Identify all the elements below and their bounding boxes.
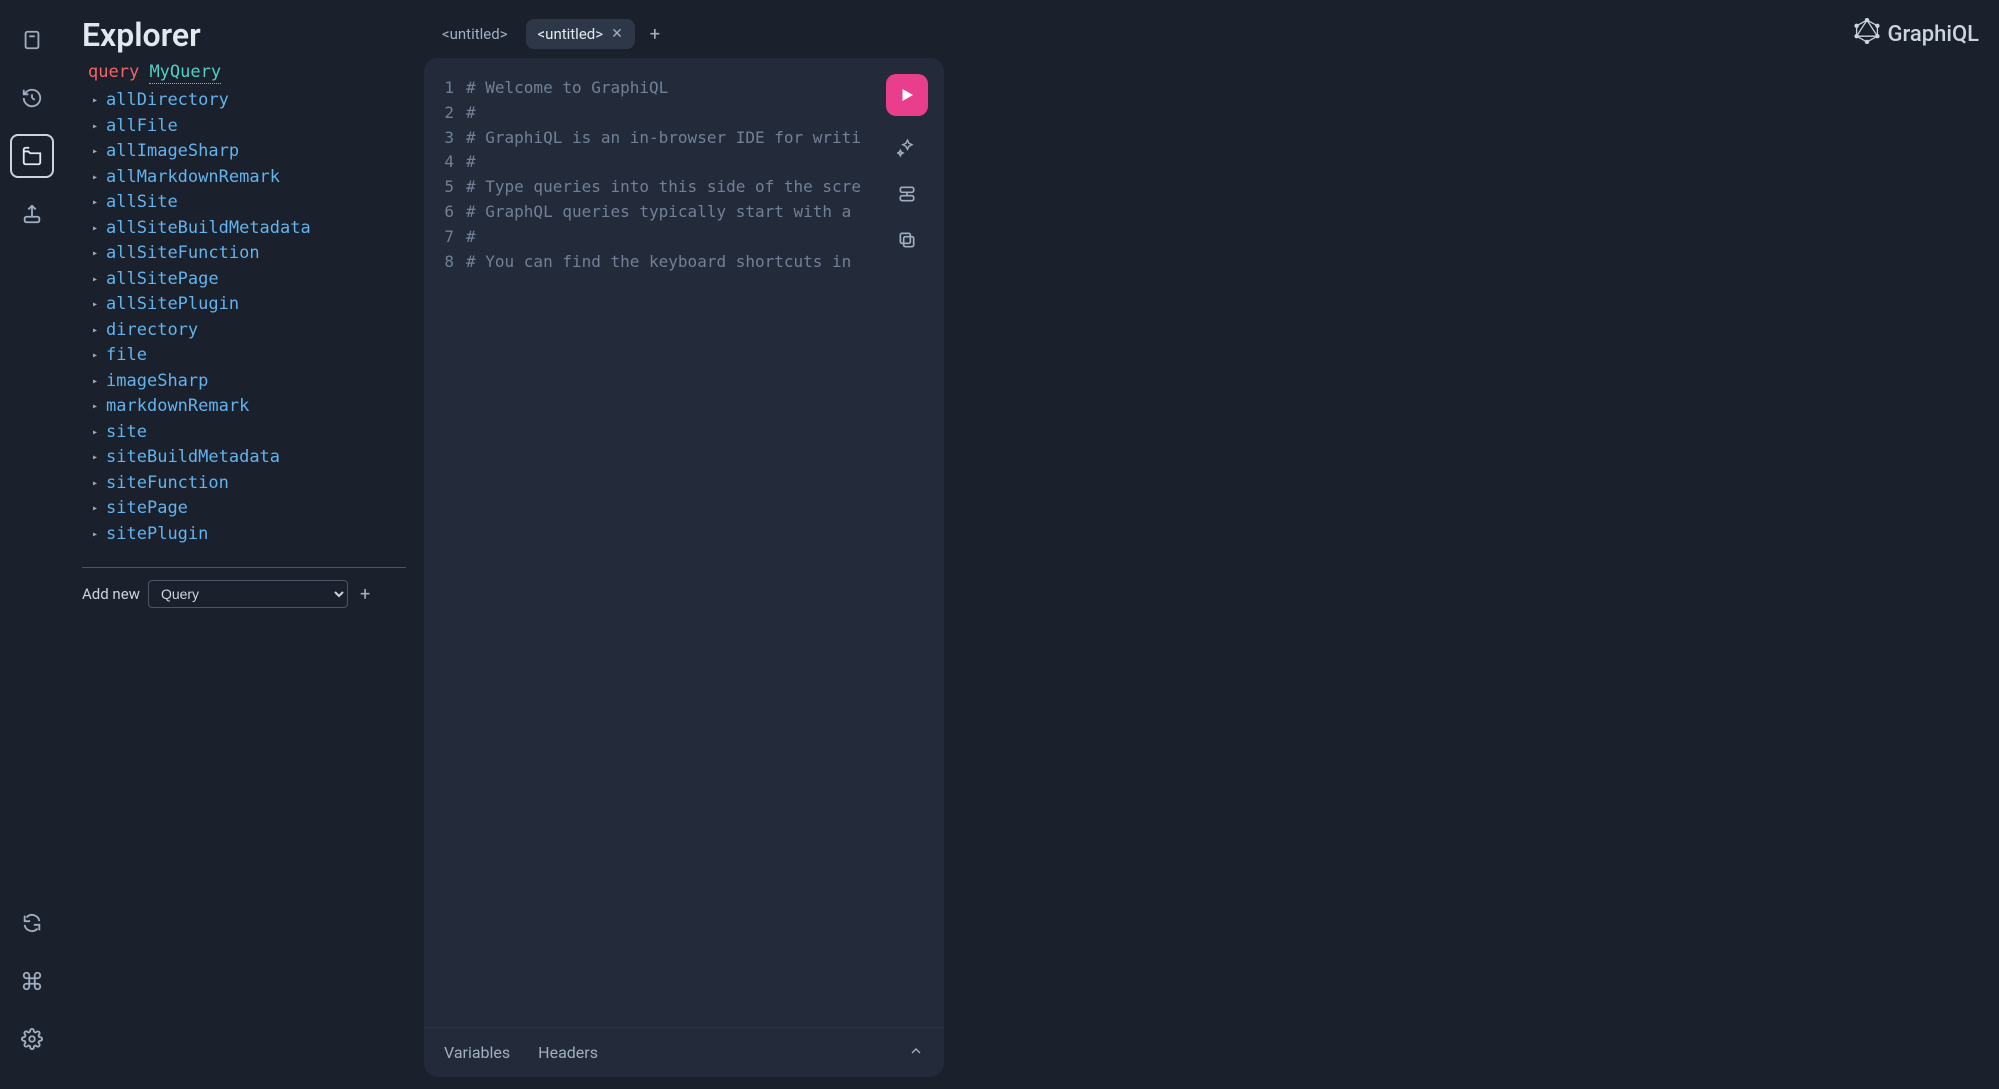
field-item[interactable]: siteBuildMetadata [92,445,406,471]
editor-body[interactable]: 12345678 # Welcome to GraphiQL## GraphiQ… [424,58,944,1027]
explorer-separator [82,567,406,568]
results-pane [944,58,1987,1077]
tab-label: <untitled> [538,25,604,43]
editor-toolbar [886,74,928,254]
field-item[interactable]: allSiteFunction [92,241,406,267]
brand: GraphiQL [1854,18,1987,50]
export-icon[interactable] [10,192,54,236]
editor-footer: Variables Headers [424,1027,944,1077]
refresh-icon[interactable] [10,901,54,945]
field-item[interactable]: siteFunction [92,471,406,497]
query-header: query MyQuery [82,62,406,82]
icon-sidebar [0,0,64,1089]
add-new-row: Add new Query + [82,580,406,608]
field-item[interactable]: allSite [92,190,406,216]
copy-icon[interactable] [893,226,921,254]
brand-name: GraphiQL [1888,22,1979,47]
field-item[interactable]: allSiteBuildMetadata [92,216,406,242]
close-icon[interactable]: ✕ [611,26,623,42]
add-new-label: Add new [82,585,140,603]
field-item[interactable]: imageSharp [92,369,406,395]
explorer-panel: Explorer query MyQuery allDirectoryallFi… [64,0,424,1089]
app-root: Explorer query MyQuery allDirectoryallFi… [0,0,1999,1089]
play-icon [898,86,916,104]
settings-icon[interactable] [10,1017,54,1061]
field-item[interactable]: file [92,343,406,369]
explorer-icon[interactable] [10,134,54,178]
field-item[interactable]: allDirectory [92,88,406,114]
field-item[interactable]: allSitePlugin [92,292,406,318]
field-list: allDirectoryallFileallImageSharpallMarkd… [82,88,406,547]
field-item[interactable]: allFile [92,114,406,140]
editor-gutter: 12345678 [436,76,466,1015]
workspace: 12345678 # Welcome to GraphiQL## GraphiQ… [424,58,1987,1077]
graphql-logo-icon [1854,18,1880,50]
query-keyword: query [88,62,139,82]
field-item[interactable]: directory [92,318,406,344]
tab-label: <untitled> [442,25,508,43]
tab-bar: <untitled> <untitled> ✕ + GraphiQL [424,10,1987,58]
field-item[interactable]: allSitePage [92,267,406,293]
editor-code[interactable]: # Welcome to GraphiQL## GraphiQL is an i… [466,76,932,1015]
query-name[interactable]: MyQuery [149,62,221,84]
shortcuts-icon[interactable] [10,959,54,1003]
prettify-icon[interactable] [893,134,921,162]
main-area: <untitled> <untitled> ✕ + GraphiQL [424,0,1999,1089]
field-item[interactable]: sitePlugin [92,522,406,548]
field-item[interactable]: allImageSharp [92,139,406,165]
field-item[interactable]: site [92,420,406,446]
editor-pane: 12345678 # Welcome to GraphiQL## GraphiQ… [424,58,944,1077]
field-item[interactable]: allMarkdownRemark [92,165,406,191]
tab[interactable]: <untitled> [430,19,520,49]
run-button[interactable] [886,74,928,116]
field-item[interactable]: markdownRemark [92,394,406,420]
merge-icon[interactable] [893,180,921,208]
field-item[interactable]: sitePage [92,496,406,522]
add-new-plus-icon[interactable]: + [356,584,374,605]
add-tab-icon[interactable]: + [641,20,669,48]
chevron-up-icon[interactable] [908,1043,924,1063]
add-new-select[interactable]: Query [148,580,348,608]
tab[interactable]: <untitled> ✕ [526,19,635,49]
explorer-title: Explorer [82,16,406,54]
variables-tab[interactable]: Variables [444,1043,510,1062]
history-icon[interactable] [10,76,54,120]
docs-icon[interactable] [10,18,54,62]
headers-tab[interactable]: Headers [538,1043,598,1062]
